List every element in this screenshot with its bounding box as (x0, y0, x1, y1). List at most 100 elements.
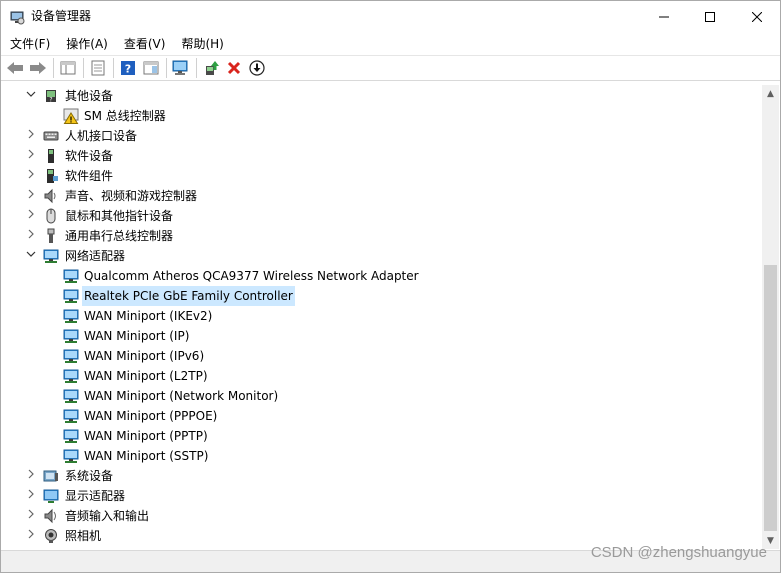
unknown-device-icon: ? (43, 88, 59, 104)
maximize-button[interactable] (687, 1, 733, 32)
help-button[interactable]: ? (117, 57, 139, 79)
tree-item-label: WAN Miniport (IP) (84, 329, 190, 343)
network-adapter-icon (63, 308, 79, 324)
uninstall-device-button[interactable] (223, 57, 245, 79)
action-pane-button[interactable] (140, 57, 162, 79)
tree-item-label: 网络适配器 (65, 249, 126, 263)
chevron-right-icon[interactable] (25, 529, 37, 543)
tree-category[interactable]: 鼠标和其他指针设备 (3, 206, 762, 226)
tree-device-item[interactable]: WAN Miniport (PPPOE) (3, 406, 762, 426)
device-manager-window: 设备管理器 文件(F) 操作(A) 查看(V) 帮助(H) ? ? 其他设备 S… (0, 0, 781, 573)
tree-device-item[interactable]: Qualcomm Atheros QCA9377 Wireless Networ… (3, 266, 762, 286)
tree-item-label: WAN Miniport (PPTP) (84, 429, 208, 443)
toolbar-separator (83, 58, 84, 78)
speaker-icon (43, 188, 59, 204)
tree-item-label: 其他设备 (65, 89, 114, 103)
uninstall-device-icon (227, 61, 241, 75)
menu-bar: 文件(F) 操作(A) 查看(V) 帮助(H) (1, 33, 780, 55)
tree-item-label: WAN Miniport (IPv6) (84, 349, 205, 363)
software-component-icon (43, 168, 59, 184)
tree-category[interactable]: 通用串行总线控制器 (3, 226, 762, 246)
chevron-down-icon[interactable] (25, 249, 37, 263)
minimize-icon (659, 16, 669, 17)
tree-item-label: WAN Miniport (PPPOE) (84, 409, 218, 423)
enable-device-button[interactable] (246, 57, 268, 79)
minimize-button[interactable] (641, 1, 687, 32)
vertical-scrollbar[interactable]: ▲ ▼ (762, 85, 779, 549)
scroll-down-arrow-icon: ▼ (767, 535, 774, 546)
tree-category[interactable]: 软件设备 (3, 146, 762, 166)
chevron-right-icon[interactable] (25, 469, 37, 483)
tree-category[interactable]: 显示适配器 (3, 486, 762, 506)
help-icon: ? (121, 61, 135, 76)
tree-device-item[interactable]: SM 总线控制器 (3, 106, 762, 126)
chevron-right-icon[interactable] (25, 509, 37, 523)
tree-category[interactable]: 软件组件 (3, 166, 762, 186)
chevron-right-icon[interactable] (25, 229, 37, 243)
network-adapter-icon (63, 368, 79, 384)
forward-button[interactable] (27, 57, 49, 79)
tree-device-item[interactable]: WAN Miniport (L2TP) (3, 366, 762, 386)
tree-device-item[interactable]: WAN Miniport (Network Monitor) (3, 386, 762, 406)
update-driver-icon (206, 61, 219, 75)
tree-item-label: SM 总线控制器 (84, 109, 166, 123)
show-hide-console-tree-icon (60, 61, 76, 75)
tree-category[interactable]: 系统设备 (3, 466, 762, 486)
tree-device-item[interactable]: WAN Miniport (IP) (3, 326, 762, 346)
system-device-icon (43, 468, 59, 484)
tree-device-item[interactable]: WAN Miniport (SSTP) (3, 446, 762, 466)
tree-category[interactable]: ? 其他设备 (3, 86, 762, 106)
toolbar-separator (53, 58, 54, 78)
update-driver-button[interactable] (200, 57, 222, 79)
enable-device-icon (249, 60, 265, 76)
properties-icon (91, 60, 105, 76)
svg-text:?: ? (49, 97, 52, 104)
tree-category[interactable]: 照相机 (3, 526, 762, 546)
back-button[interactable] (4, 57, 26, 79)
show-hide-tree-button[interactable] (57, 57, 79, 79)
tree-device-item[interactable]: Realtek PCIe GbE Family Controller (3, 286, 762, 306)
tree-category[interactable]: 音频输入和输出 (3, 506, 762, 526)
usb-icon (43, 228, 59, 244)
menu-file[interactable]: 文件(F) (1, 33, 58, 55)
maximize-icon (705, 11, 715, 22)
tree-device-item[interactable]: WAN Miniport (IKEv2) (3, 306, 762, 326)
scan-hardware-button[interactable] (170, 57, 192, 79)
toolbar-separator (166, 58, 167, 78)
network-adapter-icon (63, 268, 79, 284)
window-title: 设备管理器 (31, 9, 92, 23)
scrollbar-thumb[interactable] (764, 265, 777, 531)
network-adapter-icon (63, 288, 79, 304)
chevron-right-icon[interactable] (25, 489, 37, 503)
tree-category[interactable]: 网络适配器 (3, 246, 762, 266)
menu-help[interactable]: 帮助(H) (173, 33, 231, 55)
chevron-right-icon[interactable] (25, 149, 37, 163)
network-adapter-icon (63, 388, 79, 404)
tree-item-label: 软件设备 (65, 149, 114, 163)
network-adapter-icon (63, 428, 79, 444)
menu-view[interactable]: 查看(V) (116, 33, 174, 55)
tree-category[interactable]: 人机接口设备 (3, 126, 762, 146)
tree-item-label: WAN Miniport (Network Monitor) (84, 389, 279, 403)
tree-device-item[interactable]: WAN Miniport (IPv6) (3, 346, 762, 366)
scroll-up-button[interactable]: ▲ (762, 85, 779, 102)
menu-action[interactable]: 操作(A) (58, 33, 116, 55)
tree-item-label: Realtek PCIe GbE Family Controller (82, 286, 295, 306)
close-button[interactable] (734, 1, 780, 32)
title-bar: 设备管理器 (1, 1, 780, 32)
tree-item-label: 鼠标和其他指针设备 (65, 209, 174, 223)
network-adapter-icon (63, 448, 79, 464)
chevron-right-icon[interactable] (25, 169, 37, 183)
chevron-right-icon[interactable] (25, 129, 37, 143)
tree-device-item[interactable]: WAN Miniport (PPTP) (3, 426, 762, 446)
network-adapter-icon (63, 408, 79, 424)
chevron-right-icon[interactable] (25, 189, 37, 203)
chevron-down-icon[interactable] (25, 89, 37, 103)
tree-category[interactable]: 声音、视频和游戏控制器 (3, 186, 762, 206)
chevron-right-icon[interactable] (25, 209, 37, 223)
tree-item-label: 声音、视频和游戏控制器 (65, 189, 198, 203)
camera-icon (43, 528, 59, 544)
tree-item-label: 人机接口设备 (65, 129, 138, 143)
properties-button[interactable] (87, 57, 109, 79)
tree-item-label: 音频输入和输出 (65, 509, 150, 523)
